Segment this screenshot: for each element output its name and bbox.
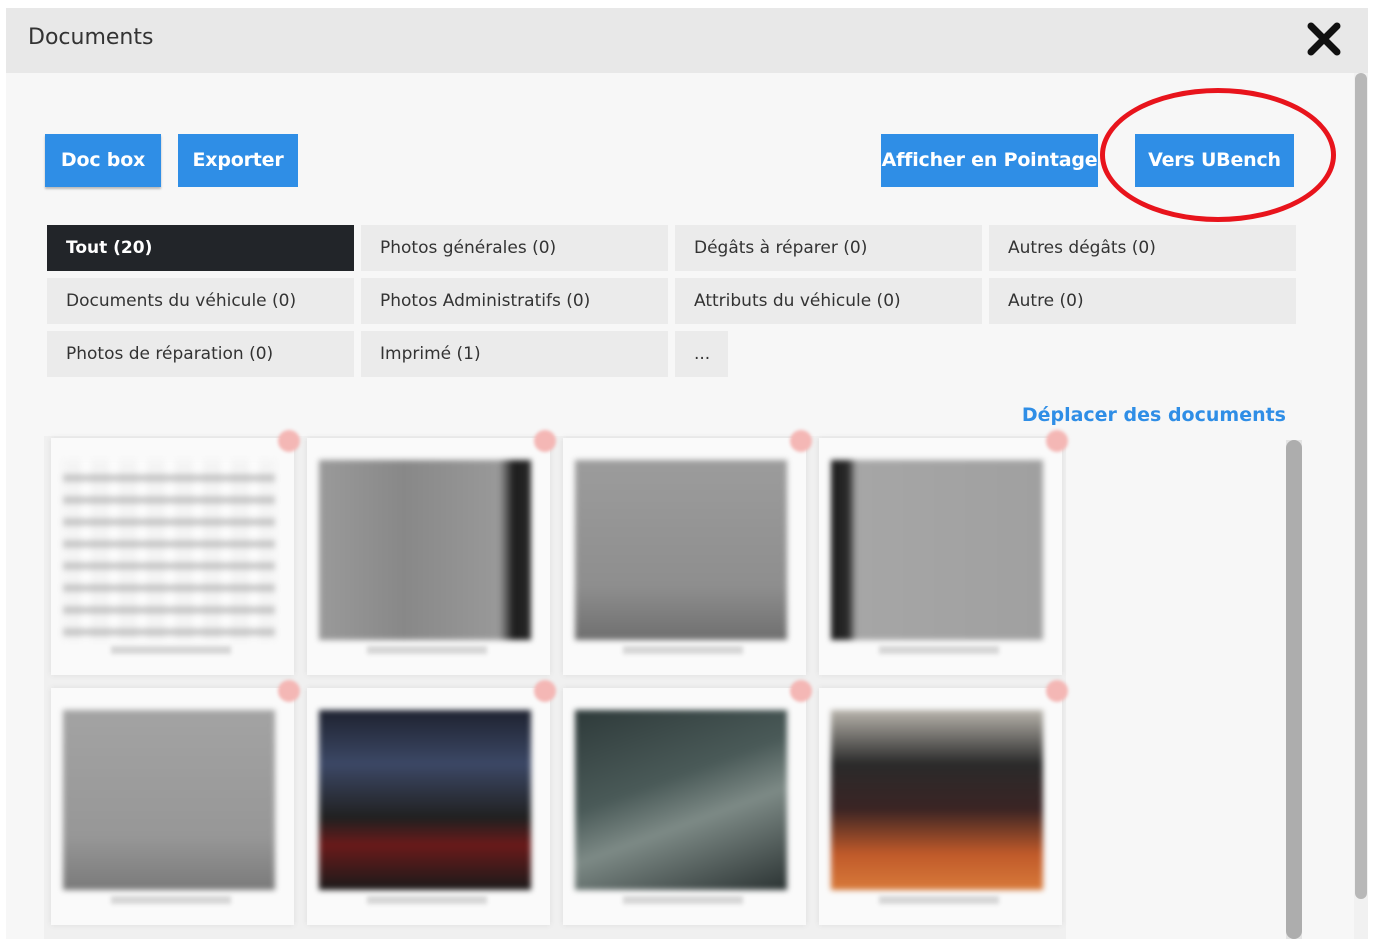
tab-all[interactable]: Tout (20) xyxy=(47,225,354,271)
grid-scrollbar-thumb[interactable] xyxy=(1286,440,1302,939)
delete-badge-icon[interactable] xyxy=(278,680,300,702)
tab-printed[interactable]: Imprimé (1) xyxy=(361,331,668,377)
move-documents-link[interactable]: Déplacer des documents xyxy=(1022,404,1286,426)
tab-vehicle-attributes[interactable]: Attributs du véhicule (0) xyxy=(675,278,982,324)
document-thumbnail xyxy=(575,460,787,640)
tab-vehicle-documents[interactable]: Documents du véhicule (0) xyxy=(47,278,354,324)
tab-damage-to-repair[interactable]: Dégâts à réparer (0) xyxy=(675,225,982,271)
close-icon[interactable] xyxy=(1306,18,1342,58)
modal-scrollbar[interactable] xyxy=(1354,73,1368,939)
delete-badge-icon[interactable] xyxy=(1046,430,1068,452)
to-ubench-button[interactable]: Vers UBench xyxy=(1135,134,1294,187)
delete-badge-icon[interactable] xyxy=(790,430,812,452)
documents-modal: Documents Doc box Exporter Afficher en P… xyxy=(6,8,1368,939)
document-thumbnail xyxy=(575,710,787,890)
delete-badge-icon[interactable] xyxy=(1046,680,1068,702)
document-card[interactable] xyxy=(563,680,812,925)
grid-scrollbar[interactable] xyxy=(1286,440,1302,939)
delete-badge-icon[interactable] xyxy=(790,680,812,702)
document-caption xyxy=(623,646,743,654)
document-card[interactable] xyxy=(307,680,556,925)
tab-more[interactable]: ... xyxy=(675,331,728,377)
delete-badge-icon[interactable] xyxy=(534,430,556,452)
document-card[interactable] xyxy=(819,430,1068,675)
document-caption xyxy=(111,646,231,654)
export-button[interactable]: Exporter xyxy=(178,134,298,187)
document-thumbnail xyxy=(831,710,1043,890)
tab-admin-photos[interactable]: Photos Administratifs (0) xyxy=(361,278,668,324)
show-pointage-button[interactable]: Afficher en Pointage xyxy=(881,134,1098,187)
modal-header: Documents xyxy=(6,8,1368,73)
doc-box-button[interactable]: Doc box xyxy=(45,134,161,187)
tab-other[interactable]: Autre (0) xyxy=(989,278,1296,324)
document-caption xyxy=(879,896,999,904)
document-card[interactable] xyxy=(51,680,300,925)
document-thumbnail xyxy=(319,460,531,640)
tab-repair-photos[interactable]: Photos de réparation (0) xyxy=(47,331,354,377)
document-grid xyxy=(44,430,1068,939)
document-thumbnail xyxy=(63,710,275,890)
document-caption xyxy=(367,646,487,654)
document-caption xyxy=(623,896,743,904)
document-caption xyxy=(879,646,999,654)
delete-badge-icon[interactable] xyxy=(278,430,300,452)
document-thumbnail xyxy=(319,710,531,890)
tab-other-damage[interactable]: Autres dégâts (0) xyxy=(989,225,1296,271)
modal-title: Documents xyxy=(28,25,154,50)
document-thumbnail xyxy=(831,460,1043,640)
document-thumbnail xyxy=(63,460,275,640)
document-card[interactable] xyxy=(51,430,300,675)
document-card[interactable] xyxy=(563,430,812,675)
document-card[interactable] xyxy=(307,430,556,675)
document-card[interactable] xyxy=(819,680,1068,925)
modal-scrollbar-thumb[interactable] xyxy=(1355,73,1367,899)
tab-general-photos[interactable]: Photos générales (0) xyxy=(361,225,668,271)
delete-badge-icon[interactable] xyxy=(534,680,556,702)
document-caption xyxy=(367,896,487,904)
document-caption xyxy=(111,896,231,904)
